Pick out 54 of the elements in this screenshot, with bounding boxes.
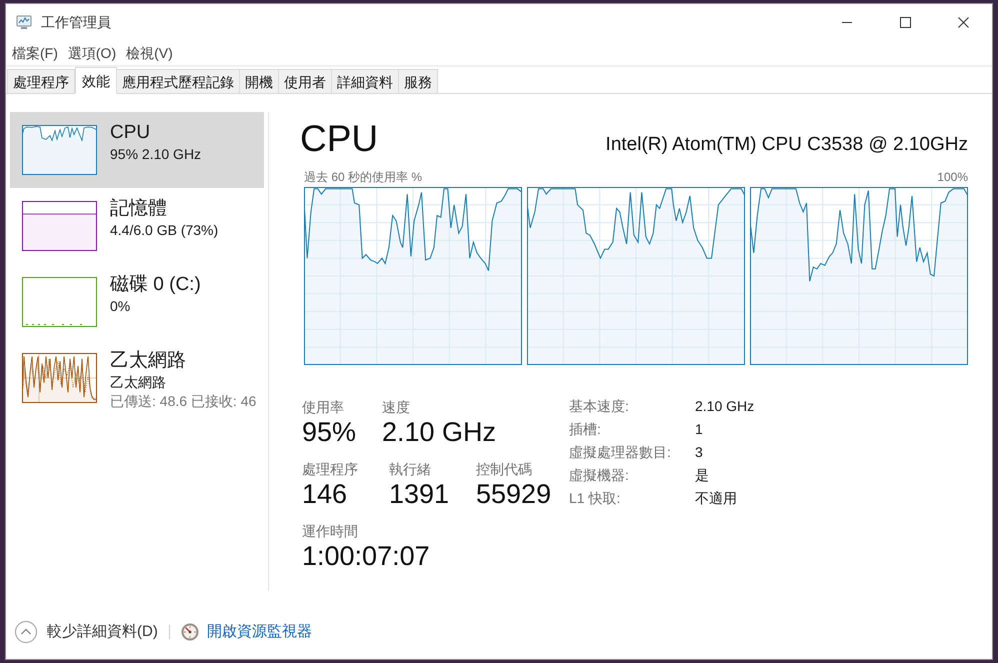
- detail-value: 2.10 GHz: [695, 397, 754, 416]
- window-title: 工作管理員: [41, 13, 111, 31]
- stat-label: 執行緒: [389, 460, 431, 478]
- resource-title: 乙太網路: [110, 349, 187, 373]
- resource-title: 磁碟 0 (C:): [110, 273, 201, 297]
- stat-label: 處理程序: [302, 460, 358, 478]
- stat-label: 使用率: [302, 398, 344, 416]
- sidebar-item[interactable]: CPU 95% 2.10 GHz: [10, 112, 264, 188]
- graph-caption: 過去 60 秒的使用率 %: [304, 169, 422, 185]
- tab[interactable]: 處理程序: [7, 69, 75, 93]
- detail-value: 是: [695, 466, 709, 485]
- resource-reading: 0%: [110, 297, 132, 316]
- detail-value: 3: [695, 443, 703, 462]
- stat-value: 2.10 GHz: [382, 416, 496, 448]
- traffic-reading: 已傳送: 48.6 已接收: 46: [110, 392, 256, 411]
- tab[interactable]: 應用程式歷程記錄: [116, 69, 240, 93]
- tab[interactable]: 使用者: [278, 69, 332, 93]
- chevron-up-icon: [15, 621, 37, 643]
- tab[interactable]: 效能: [75, 67, 117, 94]
- resource-reading: 95% 2.10 GHz: [110, 145, 202, 164]
- stat-label: 控制代碼: [476, 460, 532, 478]
- detail-value: 1: [695, 420, 703, 439]
- menu-item[interactable]: 檢視(V): [121, 42, 178, 62]
- stat-value: 1:00:07:07: [302, 540, 430, 572]
- resource-reading: 4.4/6.0 GB (73%): [110, 221, 218, 240]
- gauge-icon: [180, 623, 199, 641]
- resource-title: 記憶體: [110, 197, 168, 221]
- resource-reading: 乙太網路: [110, 373, 167, 392]
- detail-value: 不適用: [695, 489, 737, 508]
- cpu-model-name: Intel(R) Atom(TM) CPU C3538 @ 2.10GHz: [606, 133, 968, 157]
- panel-title: CPU: [300, 118, 378, 160]
- graph-max-label: 100%: [937, 169, 968, 185]
- detail-label: L1 快取:: [569, 489, 620, 508]
- stat-label: 運作時間: [302, 522, 358, 540]
- tab[interactable]: 服務: [398, 69, 438, 93]
- detail-label: 虛擬處理器數目:: [569, 443, 671, 462]
- resource-title: CPU: [110, 121, 152, 145]
- maximize-icon: [900, 16, 910, 28]
- tab[interactable]: 開機: [239, 69, 279, 93]
- detail-label: 插槽:: [569, 420, 601, 439]
- stat-value: 146: [302, 478, 348, 510]
- detail-label: 基本速度:: [569, 397, 629, 416]
- resource-monitor-link[interactable]: 開啟資源監視器: [206, 622, 312, 642]
- monitor-chart-icon: [16, 14, 32, 30]
- stat-value: 55929: [476, 478, 552, 510]
- menu-item[interactable]: 檔案(F): [7, 42, 63, 62]
- stat-value: 1391: [389, 478, 450, 510]
- tab[interactable]: 詳細資料: [331, 69, 399, 93]
- detail-label: 虛擬機器:: [569, 466, 629, 485]
- menu-item[interactable]: 選項(O): [62, 42, 122, 62]
- stat-value: 95%: [302, 416, 356, 448]
- close-icon: [958, 16, 968, 28]
- fewer-details-button[interactable]: 較少詳細資料(D): [15, 621, 158, 643]
- stat-label: 速度: [382, 398, 410, 416]
